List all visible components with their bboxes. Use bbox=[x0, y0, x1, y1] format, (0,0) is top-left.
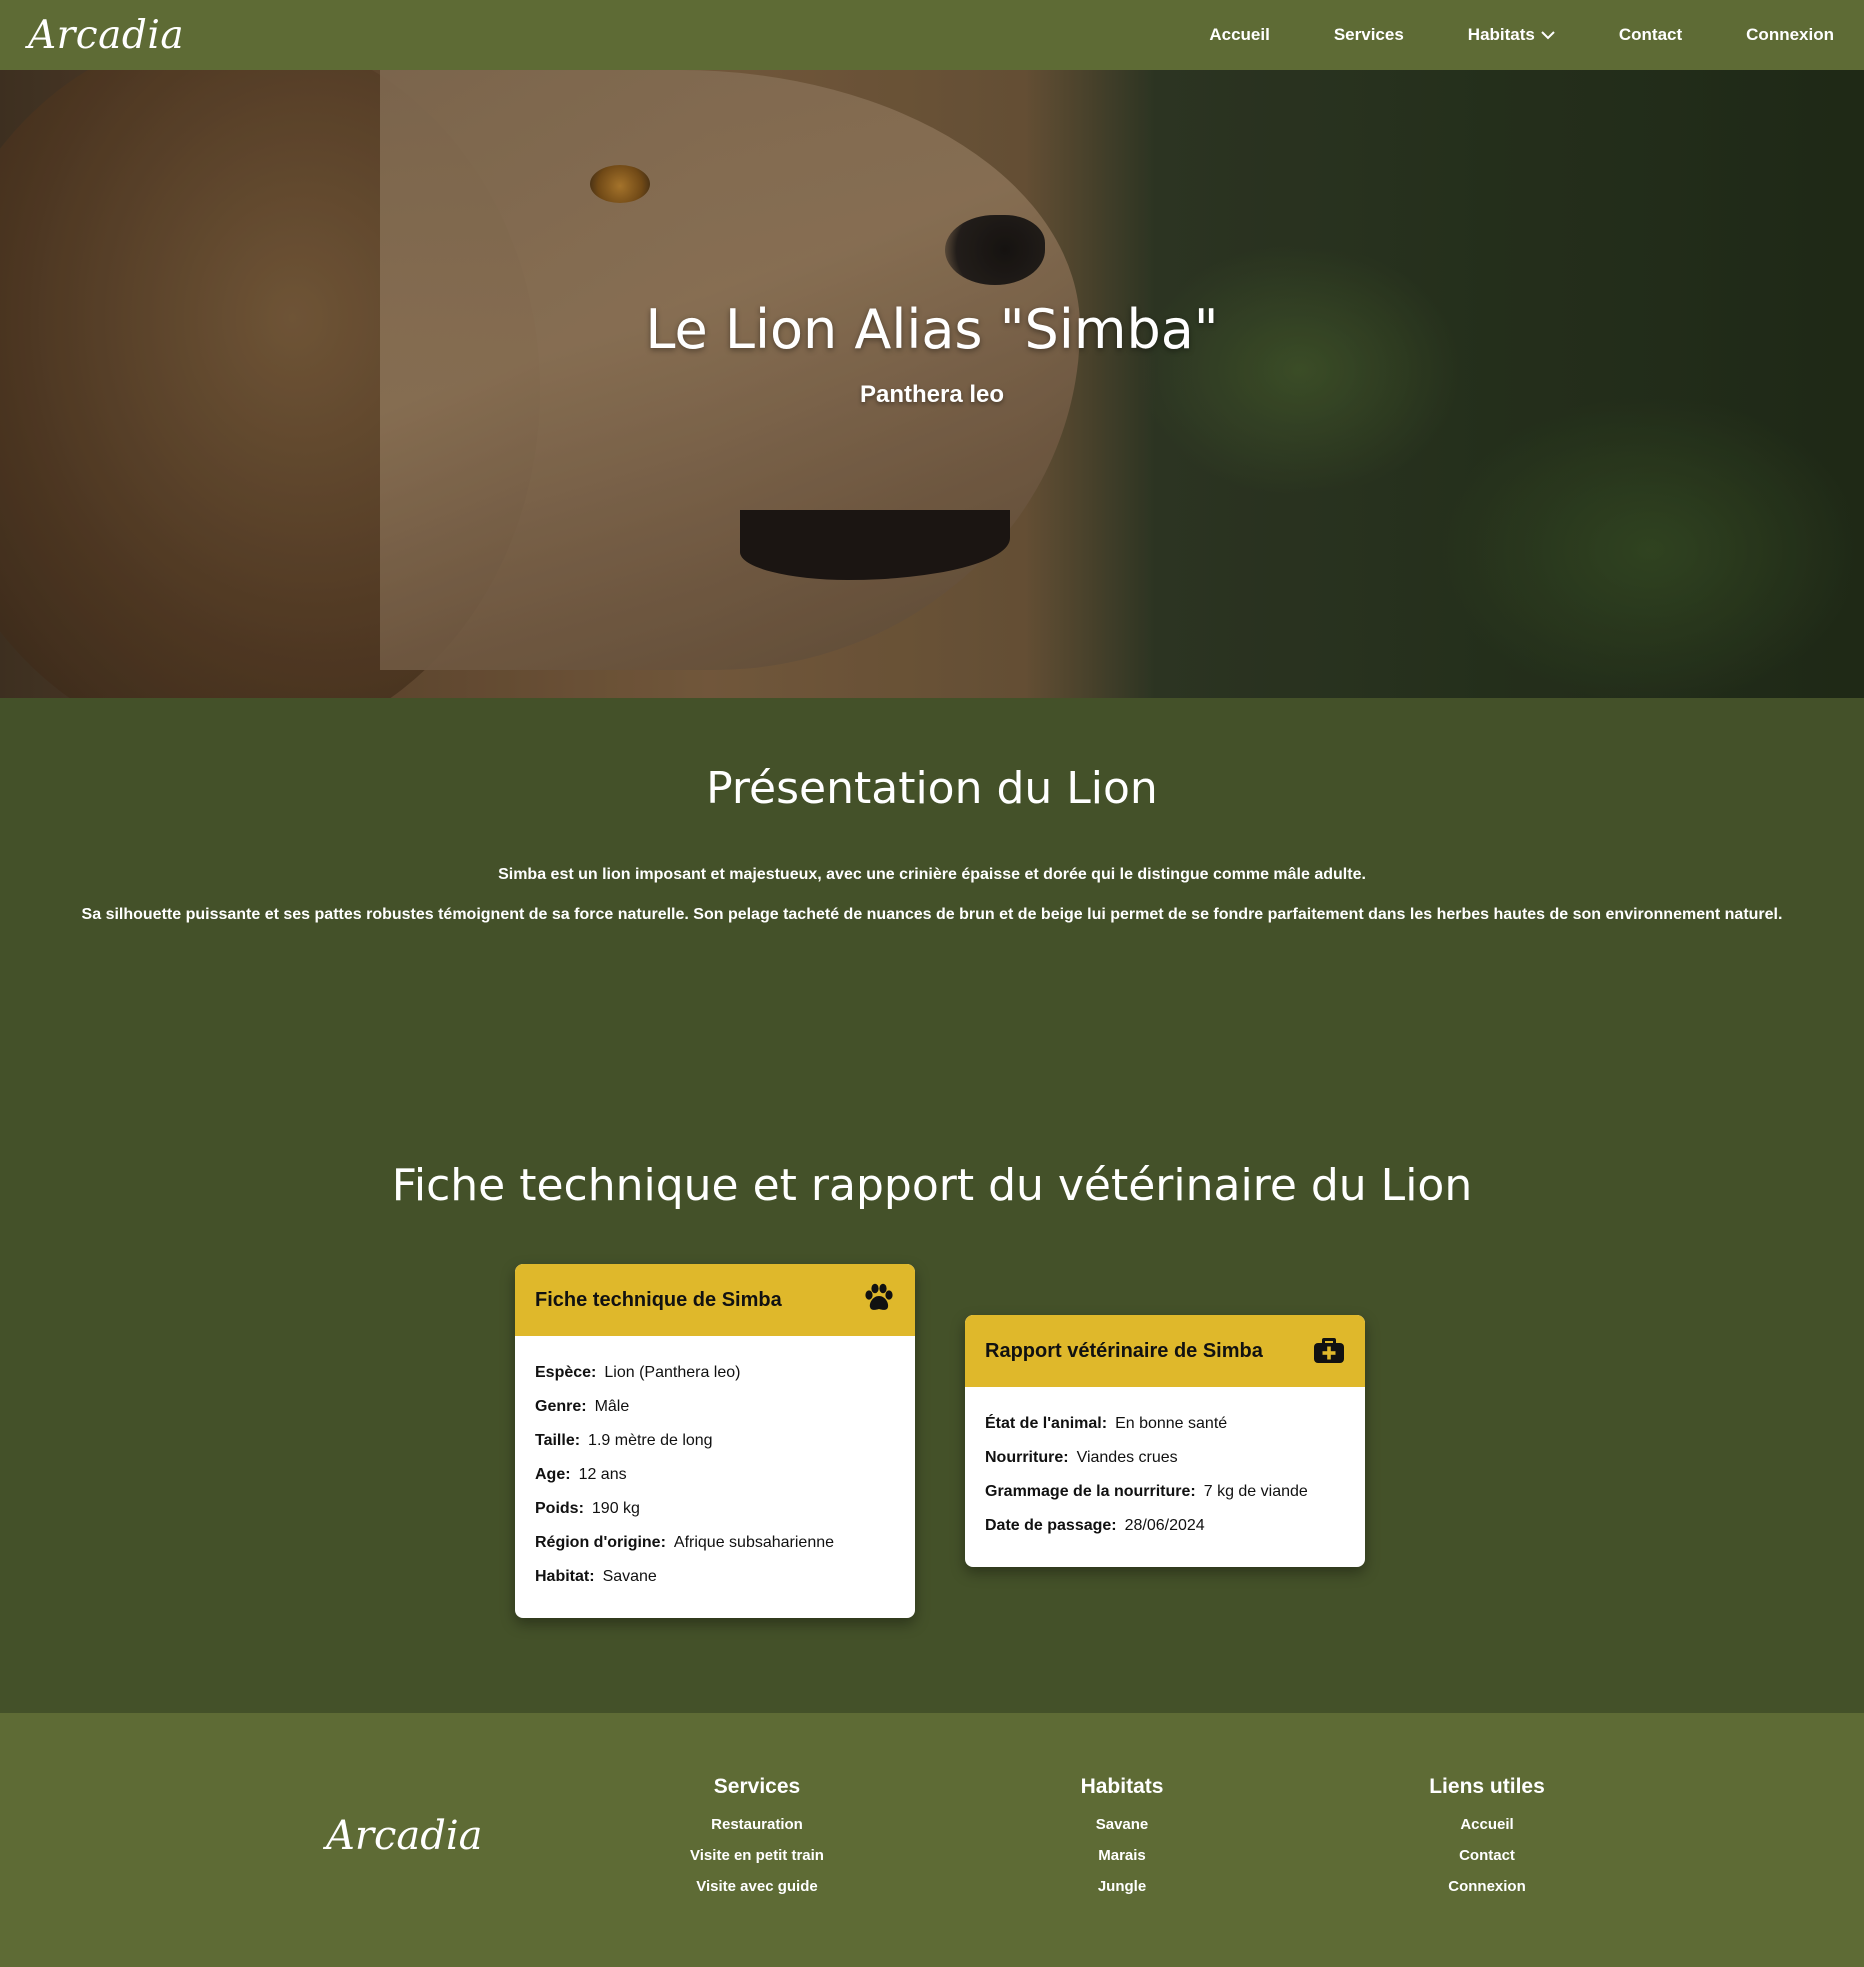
nav-link-contact[interactable]: Contact bbox=[1619, 25, 1682, 45]
fiche-field-age: Age: 12 ans bbox=[535, 1458, 895, 1492]
footer-services-title: Services bbox=[713, 1775, 801, 1798]
field-label: Genre: bbox=[535, 1398, 587, 1415]
field-value: Mâle bbox=[594, 1398, 630, 1415]
footer-link-connexion[interactable]: Connexion bbox=[1387, 1871, 1587, 1902]
footer-link-accueil[interactable]: Accueil bbox=[1387, 1809, 1587, 1840]
footer-link-contact[interactable]: Contact bbox=[1387, 1840, 1587, 1871]
field-label: Nourriture: bbox=[985, 1449, 1069, 1466]
chevron-down-icon bbox=[1541, 30, 1555, 40]
field-value: 7 kg de viande bbox=[1203, 1483, 1308, 1500]
nav-link-services[interactable]: Services bbox=[1334, 25, 1404, 45]
field-value: 28/06/2024 bbox=[1124, 1517, 1205, 1534]
field-label: Grammage de la nourriture: bbox=[985, 1483, 1196, 1500]
field-label: État de l'animal: bbox=[985, 1415, 1108, 1432]
hero-title: Le Lion Alias "Simba" bbox=[645, 298, 1219, 361]
field-label: Espèce: bbox=[535, 1364, 597, 1381]
fiche-section: Fiche technique et rapport du vétérinair… bbox=[0, 1160, 1864, 1211]
fiche-card-header: Fiche technique de Simba bbox=[515, 1264, 915, 1336]
presentation-section: Présentation du Lion Simba est un lion i… bbox=[0, 698, 1864, 924]
field-value: 12 ans bbox=[578, 1466, 627, 1483]
field-value: 1.9 mètre de long bbox=[588, 1432, 713, 1449]
fiche-section-title: Fiche technique et rapport du vétérinair… bbox=[391, 1160, 1473, 1211]
fiche-field-genre: Genre: Mâle bbox=[535, 1390, 895, 1424]
footer-link-savane[interactable]: Savane bbox=[1022, 1809, 1222, 1840]
field-value: Afrique subsaharienne bbox=[673, 1534, 835, 1551]
rapport-card-header: Rapport vétérinaire de Simba bbox=[965, 1315, 1365, 1387]
nav-link-accueil[interactable]: Accueil bbox=[1209, 25, 1269, 45]
rapport-field-etat: État de l'animal: En bonne santé bbox=[985, 1407, 1345, 1441]
field-value: 190 kg bbox=[591, 1500, 640, 1517]
footer-col-habitats: Habitats Savane Marais Jungle bbox=[1022, 1775, 1222, 1902]
footer-liens-title: Liens utiles bbox=[1429, 1775, 1545, 1798]
field-value: Viandes crues bbox=[1076, 1449, 1178, 1466]
footer-habitats-title: Habitats bbox=[1080, 1775, 1164, 1798]
field-label: Date de passage: bbox=[985, 1517, 1117, 1534]
nav-link-habitats-label: Habitats bbox=[1467, 25, 1535, 44]
footer-link-petit-train[interactable]: Visite en petit train bbox=[657, 1840, 857, 1871]
rapport-field-date: Date de passage: 28/06/2024 bbox=[985, 1509, 1345, 1543]
fiche-field-espece: Espèce: Lion (Panthera leo) bbox=[535, 1356, 895, 1390]
field-label: Age: bbox=[535, 1466, 571, 1483]
field-label: Poids: bbox=[535, 1500, 584, 1517]
fiche-field-region: Région d'origine: Afrique subsaharienne bbox=[535, 1526, 895, 1560]
footer-col-services: Services Restauration Visite en petit tr… bbox=[657, 1775, 857, 1902]
nav-links: Accueil Services Habitats Contact Connex… bbox=[1145, 25, 1834, 45]
hero-banner: Le Lion Alias "Simba" Panthera leo bbox=[0, 70, 1864, 698]
field-label: Taille: bbox=[535, 1432, 581, 1449]
navbar: Arcadia Accueil Services Habitats Contac… bbox=[0, 0, 1864, 70]
brand-logo[interactable]: Arcadia bbox=[28, 13, 184, 58]
footer-link-restauration[interactable]: Restauration bbox=[657, 1809, 857, 1840]
rapport-field-grammage: Grammage de la nourriture: 7 kg de viande bbox=[985, 1475, 1345, 1509]
footer-col-liens-utiles: Liens utiles Accueil Contact Connexion bbox=[1387, 1775, 1587, 1902]
fiche-field-taille: Taille: 1.9 mètre de long bbox=[535, 1424, 895, 1458]
paw-icon bbox=[863, 1283, 895, 1318]
footer-brand-logo[interactable]: Arcadia bbox=[326, 1813, 483, 1859]
field-value: Savane bbox=[602, 1568, 657, 1585]
field-value: Lion (Panthera leo) bbox=[604, 1364, 741, 1381]
hero-text: Le Lion Alias "Simba" Panthera leo bbox=[0, 70, 1864, 698]
field-label: Habitat: bbox=[535, 1568, 595, 1585]
field-value: En bonne santé bbox=[1115, 1415, 1228, 1432]
fiche-field-habitat: Habitat: Savane bbox=[535, 1560, 895, 1594]
presentation-title: Présentation du Lion bbox=[706, 763, 1158, 814]
rapport-field-nourriture: Nourriture: Viandes crues bbox=[985, 1441, 1345, 1475]
fiche-field-poids: Poids: 190 kg bbox=[535, 1492, 895, 1526]
cards-row: Fiche technique de Simba Espèce: Lion (Pa… bbox=[0, 1264, 1864, 1624]
fiche-card-title: Fiche technique de Simba bbox=[535, 1288, 782, 1311]
nav-link-habitats[interactable]: Habitats bbox=[1468, 25, 1555, 45]
field-label: Région d'origine: bbox=[535, 1534, 666, 1551]
footer: Arcadia Services Restauration Visite en … bbox=[0, 1713, 1864, 1967]
footer-link-marais[interactable]: Marais bbox=[1022, 1840, 1222, 1871]
rapport-card-body: État de l'animal: En bonne santé Nourritu… bbox=[965, 1387, 1365, 1567]
nav-link-connexion[interactable]: Connexion bbox=[1746, 25, 1834, 45]
rapport-card-title: Rapport vétérinaire de Simba bbox=[985, 1339, 1263, 1362]
fiche-card-body: Espèce: Lion (Panthera leo) Genre: Mâle Ta… bbox=[515, 1336, 915, 1618]
fiche-technique-card: Fiche technique de Simba Espèce: Lion (Pa… bbox=[515, 1264, 915, 1618]
footer-link-jungle[interactable]: Jungle bbox=[1022, 1871, 1222, 1902]
presentation-paragraph-1: Simba est un lion imposant et majestueux… bbox=[498, 866, 1366, 883]
footer-link-visite-guide[interactable]: Visite avec guide bbox=[657, 1871, 857, 1902]
medical-kit-icon bbox=[1313, 1334, 1345, 1369]
presentation-paragraph-2: Sa silhouette puissante et ses pattes ro… bbox=[81, 906, 1783, 923]
rapport-veterinaire-card: Rapport vétérinaire de Simba État de l'a… bbox=[965, 1315, 1365, 1567]
hero-subtitle: Panthera leo bbox=[859, 381, 1005, 408]
